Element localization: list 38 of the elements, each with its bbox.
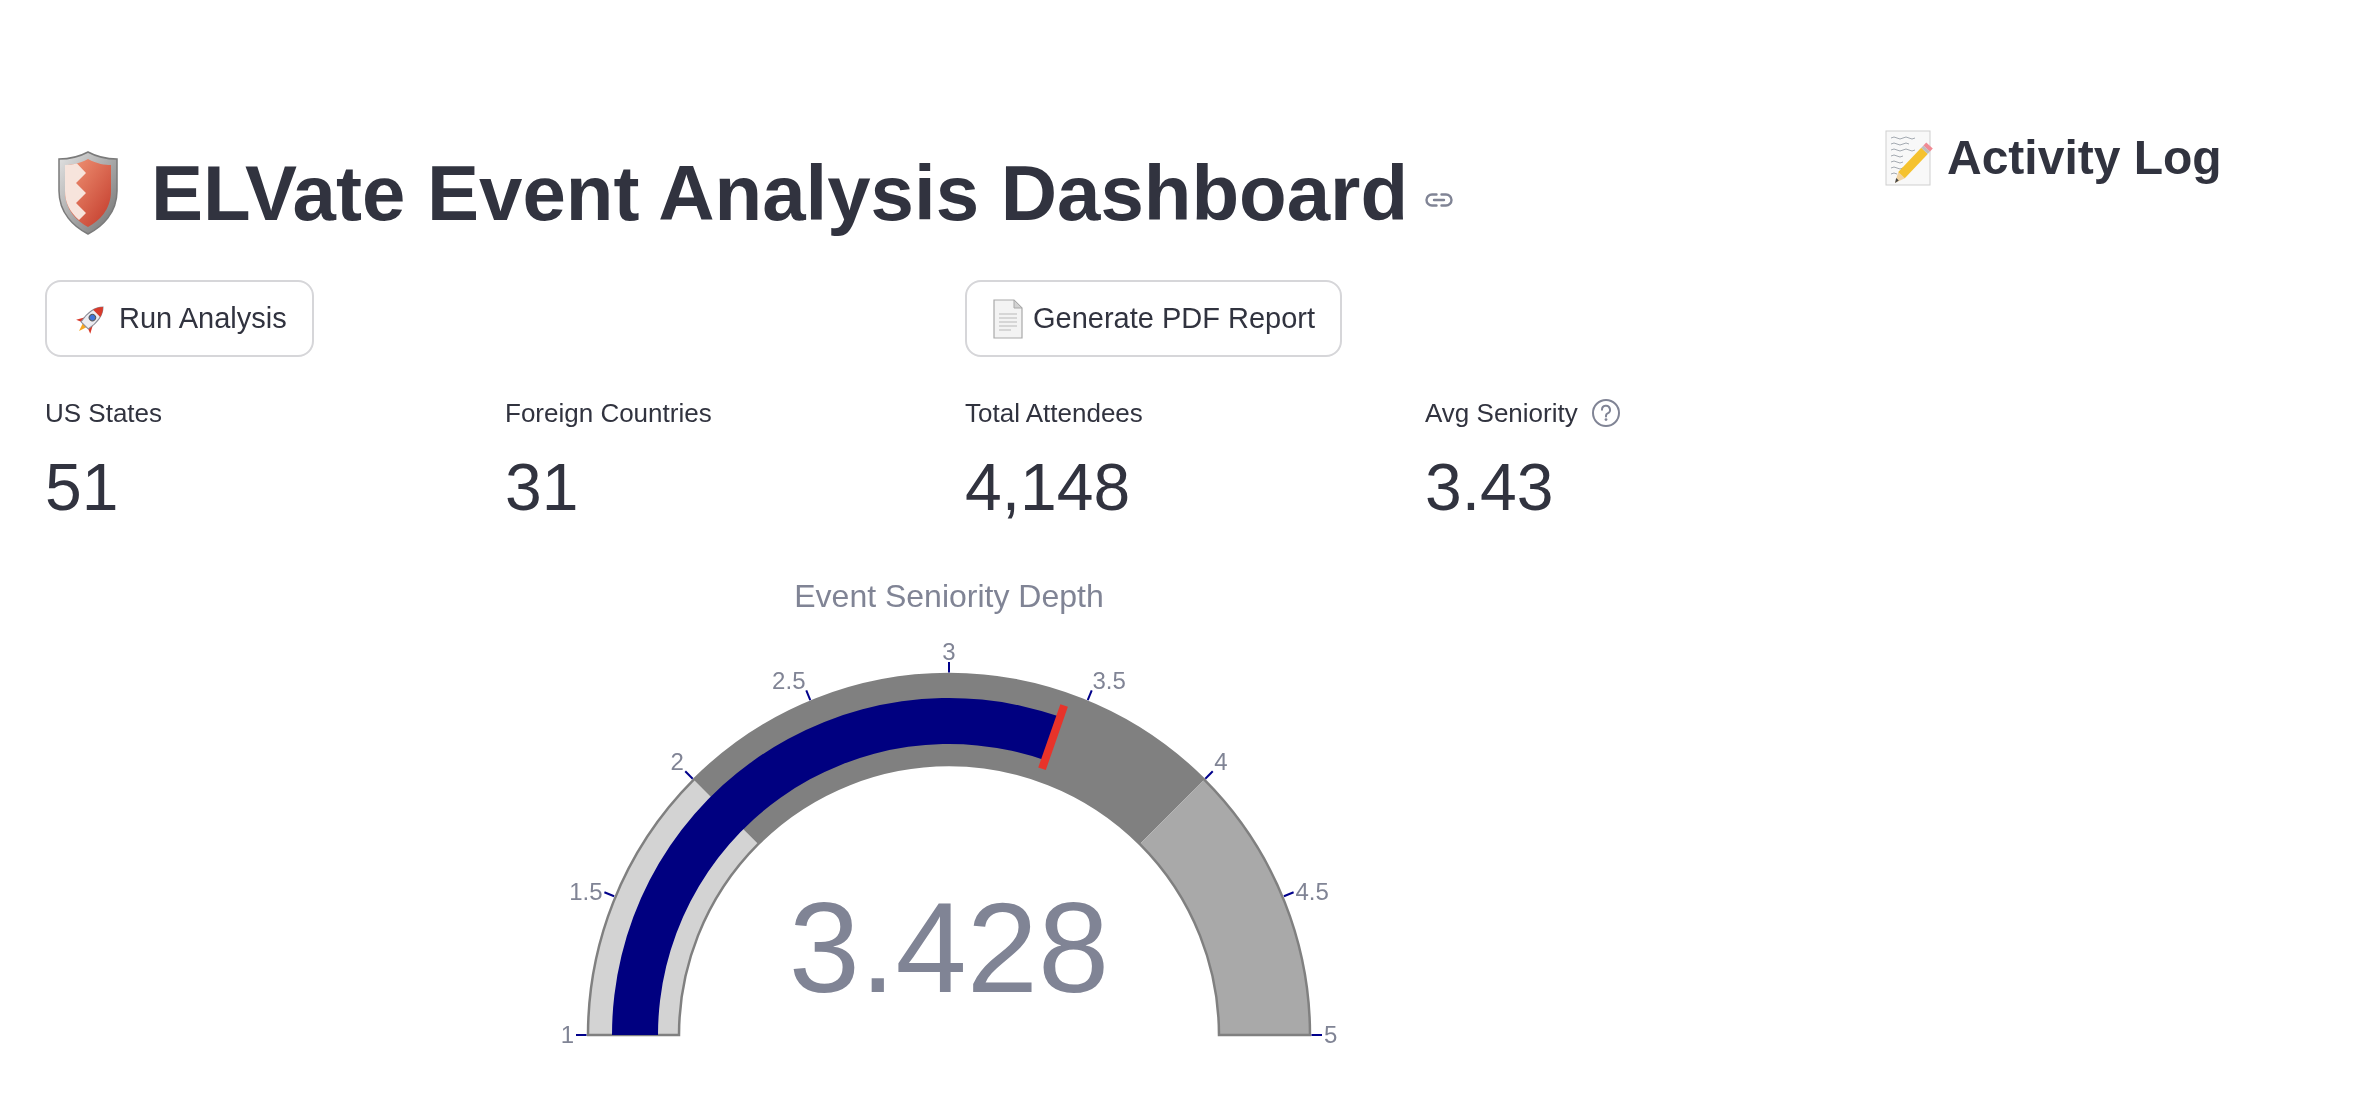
threshold-line — [1038, 704, 1068, 771]
tick-label: 3 — [942, 638, 956, 665]
metric-label: Total Attendees — [965, 397, 1143, 430]
section-heading: Activity Log — [1947, 130, 2222, 186]
metric-value: 4,148 — [965, 449, 1131, 525]
metric-value: 51 — [45, 449, 119, 525]
shield-icon — [57, 151, 119, 235]
help-icon[interactable] — [1590, 398, 1621, 428]
memo-icon — [1885, 130, 1935, 186]
document-icon — [992, 298, 1024, 339]
tick-label: 1.5 — [569, 877, 603, 905]
link-icon[interactable] — [1424, 192, 1455, 208]
metric-label: Avg Seniority — [1425, 397, 1578, 430]
tick-label: 1 — [560, 1021, 574, 1049]
tick-mark — [1310, 1034, 1323, 1036]
tick-mark — [575, 1034, 588, 1036]
tick-mark — [1086, 689, 1093, 702]
tick-label: 4.5 — [1295, 877, 1329, 905]
tick-mark — [1282, 891, 1295, 898]
chart-title: Event Seniority Depth — [794, 578, 1104, 614]
tick-label: 5 — [1324, 1021, 1338, 1049]
tick-label: 3.5 — [1092, 666, 1126, 694]
tick-mark — [1204, 770, 1214, 780]
page-title: ELVate Event Analysis Dashboard — [151, 148, 1409, 239]
metric-label: Foreign Countries — [505, 397, 712, 430]
tick-mark — [603, 891, 616, 898]
metric-value: 3.43 — [1425, 449, 1554, 525]
tick-label: 2.5 — [772, 666, 806, 694]
metric-value: 31 — [505, 449, 579, 525]
tick-mark — [948, 661, 950, 674]
pdf-report-button[interactable]: Generate PDF Report — [965, 280, 1343, 357]
gauge-value: 3.428 — [788, 876, 1110, 1019]
tick-mark — [684, 770, 694, 780]
tick-label: 2 — [670, 747, 684, 775]
tick-mark — [805, 689, 812, 702]
metric-label: US States — [45, 397, 163, 430]
run-analysis-button[interactable]: Run Analysis — [45, 280, 314, 357]
tick-label: 4 — [1214, 747, 1228, 775]
